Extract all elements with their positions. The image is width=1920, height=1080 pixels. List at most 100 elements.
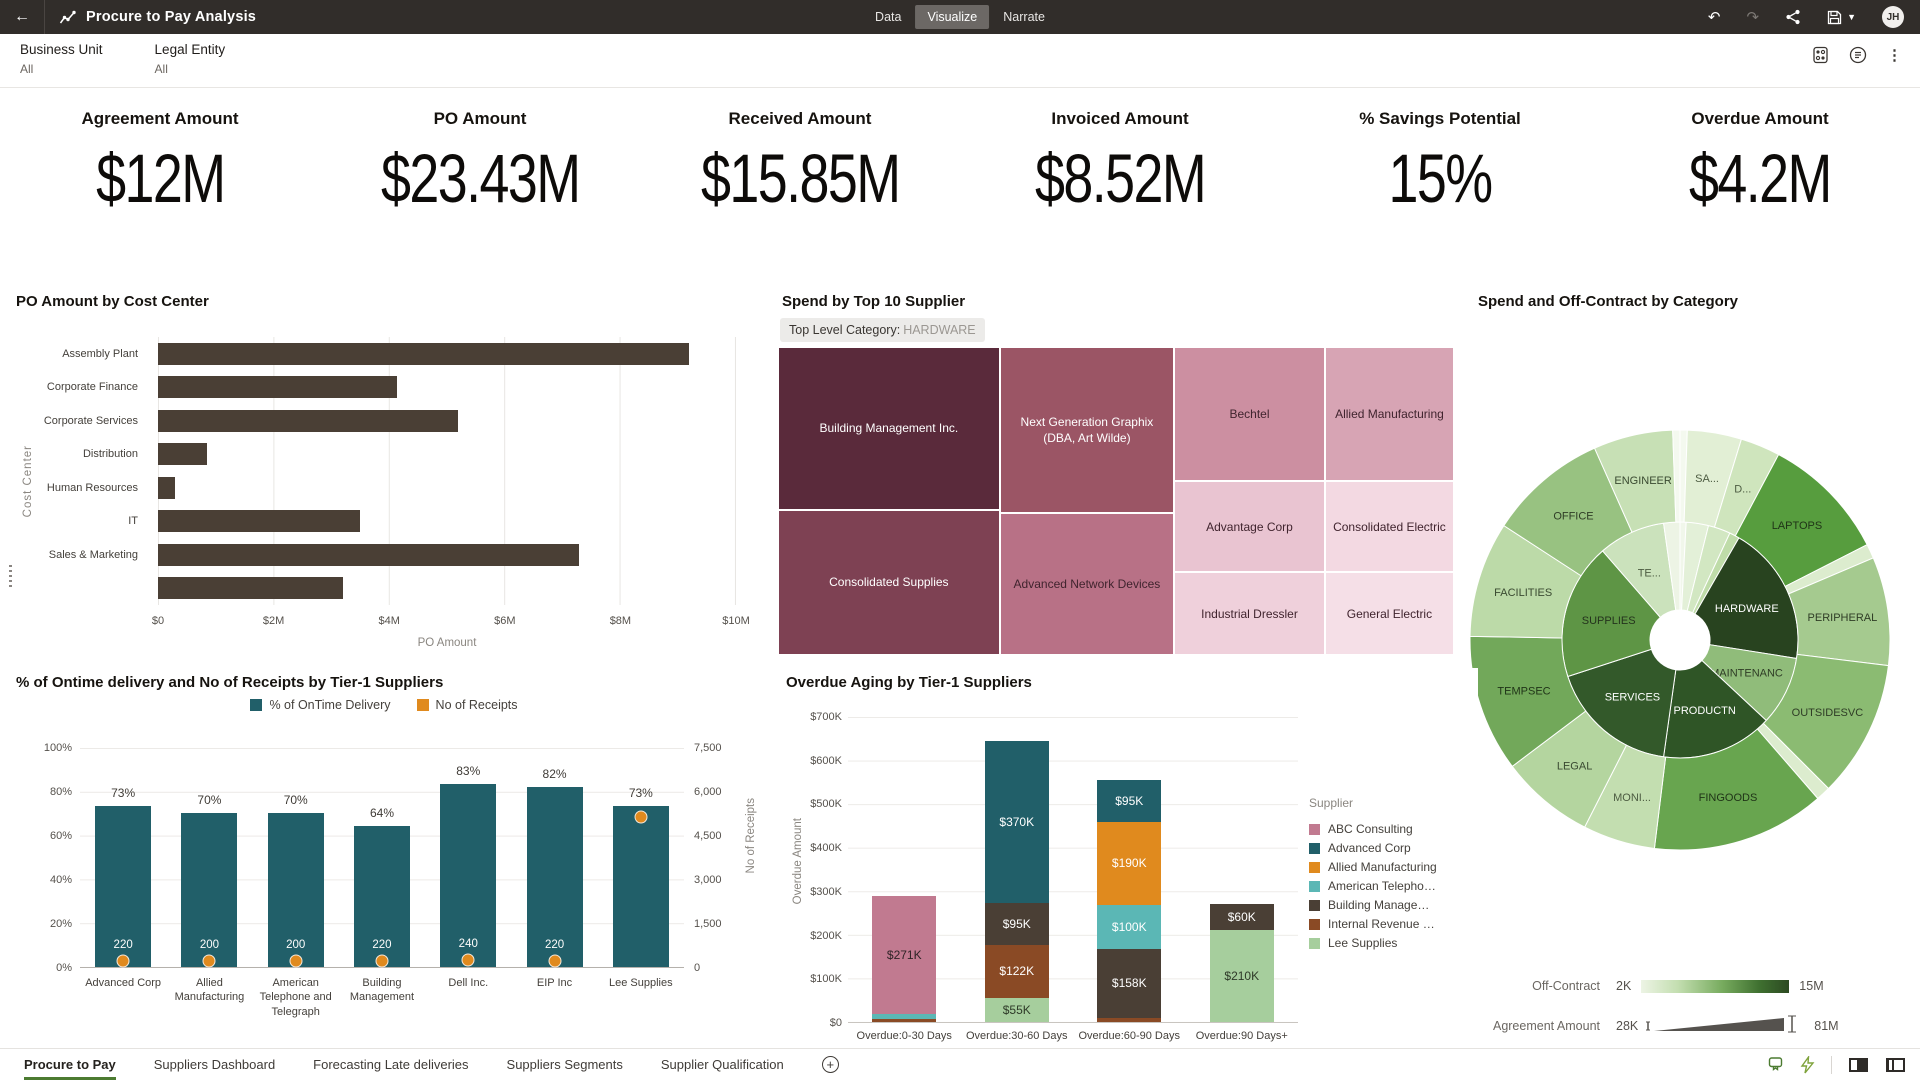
segment-lee-supplies[interactable]: $210K — [1210, 930, 1274, 1022]
segment-internal-revenue[interactable] — [1097, 1018, 1161, 1022]
kebab-menu-icon[interactable]: ⋮ — [1887, 46, 1902, 64]
touch-paint-icon[interactable] — [1767, 1056, 1784, 1074]
bar-distribution[interactable] — [158, 443, 207, 465]
kpi-invoiced-amount[interactable]: Invoiced Amount$8.52M — [960, 89, 1280, 253]
segment-building-manage[interactable]: $158K — [1097, 949, 1161, 1018]
receipts-point-american-telephone-and-telegraph[interactable] — [289, 955, 302, 968]
bar-item[interactable] — [158, 577, 343, 599]
legend-item-lee-supplies[interactable]: Lee Supplies — [1309, 934, 1437, 952]
kpi-savings-potential[interactable]: % Savings Potential15% — [1280, 89, 1600, 253]
receipts-point-lee-supplies[interactable] — [634, 811, 647, 824]
kpi-label: PO Amount — [320, 109, 640, 129]
treemap-tile-building-management-inc[interactable]: Building Management Inc. — [778, 347, 1000, 510]
legend-label: No of Receipts — [436, 698, 518, 712]
segment-american-telepho[interactable]: $100K — [1097, 905, 1161, 949]
back-button[interactable]: ← — [0, 0, 44, 34]
add-canvas-button[interactable]: + — [822, 1056, 839, 1073]
legend-item-allied-manufacturing[interactable]: Allied Manufacturing — [1309, 858, 1437, 876]
treemap-tile-advantage-corp[interactable]: Advantage Corp — [1174, 481, 1325, 572]
legend-item-american-telepho[interactable]: American Telepho… — [1309, 877, 1437, 895]
scroll-indicator[interactable] — [9, 563, 12, 587]
canvas-tab-procure-to-pay[interactable]: Procure to Pay — [24, 1049, 116, 1080]
bar-sales-marketing[interactable] — [158, 544, 579, 566]
filter-controls-icon[interactable] — [1812, 46, 1829, 64]
right-axis-tick: 1,500 — [694, 918, 722, 930]
size-ramp-scale[interactable] — [1646, 1015, 1806, 1037]
treemap-tile-industrial-dressler[interactable]: Industrial Dressler — [1174, 572, 1325, 655]
legend-swatch — [417, 699, 429, 711]
receipts-point-dell-inc[interactable] — [462, 953, 475, 966]
annotations-icon[interactable] — [1849, 46, 1867, 64]
treemap-tile-consolidated-electric[interactable]: Consolidated Electric — [1325, 481, 1454, 572]
chip-label: Top Level Category: — [789, 323, 900, 337]
color-gradient-scale[interactable] — [1641, 980, 1789, 993]
topbar-tab-data[interactable]: Data — [863, 5, 913, 29]
legend-swatch — [250, 699, 262, 711]
segment-lee-supplies[interactable]: $55K — [985, 998, 1049, 1022]
auto-insights-icon[interactable] — [1800, 1056, 1815, 1074]
x-axis-title: PO Amount — [158, 637, 736, 649]
undo-icon[interactable]: ↶ — [1708, 10, 1721, 25]
ontime-bar-lee-supplies[interactable] — [613, 806, 669, 967]
treemap-tile-consolidated-supplies[interactable]: Consolidated Supplies — [778, 510, 1000, 655]
receipts-point-building-management[interactable] — [375, 954, 388, 967]
bar-human-resources[interactable] — [158, 477, 175, 499]
bar-it[interactable] — [158, 510, 360, 532]
legend-item-abc-consulting[interactable]: ABC Consulting — [1309, 820, 1437, 838]
stacked-bar[interactable]: $210K$60K — [1210, 904, 1274, 1022]
treemap-tile-general-electric[interactable]: General Electric — [1325, 572, 1454, 655]
legend-item-of-ontime-delivery[interactable]: % of OnTime Delivery — [250, 698, 390, 712]
segment-internal-revenue[interactable] — [872, 1019, 936, 1022]
stacked-bar[interactable]: $55K$122K$95K$370K — [985, 741, 1049, 1022]
share-icon[interactable] — [1785, 9, 1801, 25]
left-axis-tick: 40% — [28, 874, 72, 886]
receipts-point-advanced-corp[interactable] — [117, 954, 130, 967]
segment-internal-revenue[interactable]: $122K — [985, 945, 1049, 998]
canvas-tab-supplier-qualification[interactable]: Supplier Qualification — [661, 1049, 784, 1080]
topbar-tab-narrate[interactable]: Narrate — [991, 5, 1057, 29]
sunburst-label: LAPTOPS — [1772, 520, 1823, 532]
legend-item-no-of-receipts[interactable]: No of Receipts — [417, 698, 518, 712]
segment-american-telepho[interactable] — [872, 1014, 936, 1019]
panel-layout-toggle-left[interactable] — [1848, 1057, 1869, 1073]
topbar-tab-visualize[interactable]: Visualize — [915, 5, 989, 29]
kpi-po-amount[interactable]: PO Amount$23.43M — [320, 89, 640, 253]
filter-legal-entity[interactable]: Legal Entity All — [155, 42, 226, 87]
legend-item-building-manage[interactable]: Building Manage… — [1309, 896, 1437, 914]
segment-building-manage[interactable]: $60K — [1210, 904, 1274, 930]
receipts-point-allied-manufacturing[interactable] — [203, 955, 216, 968]
category-filter-chip[interactable]: Top Level Category:HARDWARE — [780, 318, 985, 342]
segment-advanced-corp[interactable]: $95K — [1097, 780, 1161, 822]
panel-layout-toggle-right[interactable] — [1885, 1057, 1906, 1073]
treemap-tile-allied-manufacturing[interactable]: Allied Manufacturing — [1325, 347, 1454, 481]
canvas-tab-forecasting-late-deliveries[interactable]: Forecasting Late deliveries — [313, 1049, 468, 1080]
kpi-agreement-amount[interactable]: Agreement Amount$12M — [0, 89, 320, 253]
receipts-point-eip-inc[interactable] — [548, 954, 561, 967]
legend-item-internal-revenue[interactable]: Internal Revenue … — [1309, 915, 1437, 933]
stacked-bar[interactable]: $158K$100K$190K$95K — [1097, 780, 1161, 1022]
canvas-tab-suppliers-dashboard[interactable]: Suppliers Dashboard — [154, 1049, 275, 1080]
filter-business-unit[interactable]: Business Unit All — [20, 42, 103, 87]
bar-corporate-finance[interactable] — [158, 376, 397, 398]
redo-icon[interactable]: ↷ — [1747, 10, 1760, 25]
stacked-bar[interactable]: $271K — [872, 896, 936, 1022]
sunburst-label: SA... — [1695, 473, 1719, 485]
segment-abc-consulting[interactable]: $271K — [872, 896, 936, 1014]
save-button[interactable]: ▼ — [1827, 10, 1856, 25]
treemap-tile-bechtel[interactable]: Bechtel — [1174, 347, 1325, 481]
bar-corporate-services[interactable] — [158, 410, 458, 432]
segment-advanced-corp[interactable]: $370K — [985, 741, 1049, 903]
kpi-overdue-amount[interactable]: Overdue Amount$4.2M — [1600, 89, 1920, 253]
treemap-tile-next-generation-graphix-dba-art-wilde[interactable]: Next Generation Graphix (DBA, Art Wilde) — [1000, 347, 1174, 513]
canvas-tab-suppliers-segments[interactable]: Suppliers Segments — [507, 1049, 623, 1080]
kpi-received-amount[interactable]: Received Amount$15.85M — [640, 89, 960, 253]
segment-building-manage[interactable]: $95K — [985, 903, 1049, 945]
bar-assembly-plant[interactable] — [158, 343, 689, 365]
combo-plot-area: 73%22070%20070%20064%22083%24082%22073% — [80, 748, 684, 968]
segment-allied-manufacturing[interactable]: $190K — [1097, 822, 1161, 905]
treemap-tile-advanced-network-devices[interactable]: Advanced Network Devices — [1000, 513, 1174, 655]
user-avatar[interactable]: JH — [1882, 6, 1904, 28]
legend-item-advanced-corp[interactable]: Advanced Corp — [1309, 839, 1437, 857]
combo-column-american-telephone-and-telegraph: 70%200 — [253, 748, 339, 967]
sunburst-chart[interactable]: HARDWAREMAINTENANCPRODUCTNSERVICESSUPPLI… — [1468, 345, 1916, 875]
